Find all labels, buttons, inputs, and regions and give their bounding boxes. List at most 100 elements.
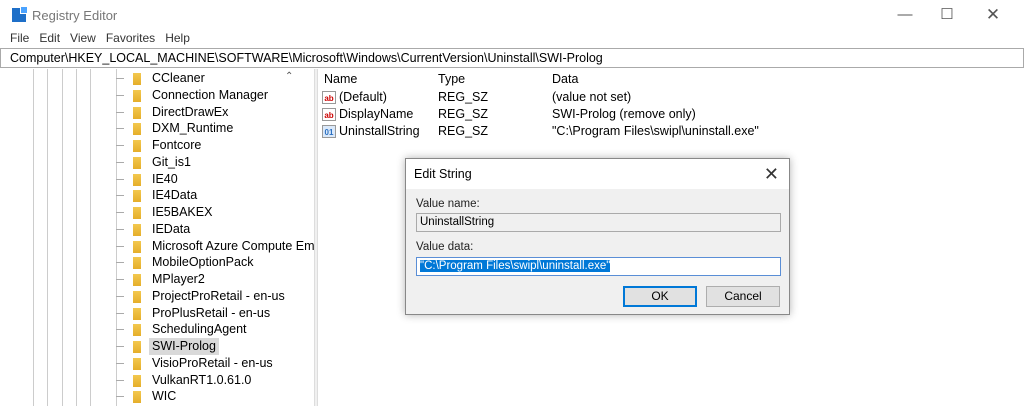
tree-line — [90, 69, 91, 406]
menu-file[interactable]: File — [10, 30, 29, 47]
tree-item-label: MPlayer2 — [152, 272, 205, 286]
tree-connector — [116, 312, 124, 314]
tree-connector — [116, 295, 124, 297]
folder-icon — [133, 391, 141, 404]
value-data-input[interactable]: "C:\Program Files\swipl\uninstall.exe" — [416, 257, 781, 276]
value-name-label: Value name: — [416, 198, 480, 210]
value-row[interactable]: 01 UninstallString REG_SZ "C:\Program Files… — [318, 123, 1018, 140]
tree-line — [33, 69, 34, 406]
tree-item-label: ProjectProRetail - en-us — [152, 288, 285, 303]
registry-tree: ⌃ CCleaner Connection Manager DirectDrawEx… — [0, 69, 314, 406]
cancel-button[interactable]: Cancel — [706, 286, 780, 307]
tree-connector — [116, 379, 124, 381]
tree-line — [47, 69, 48, 406]
value-row[interactable]: ab (Default) REG_SZ (value not set) — [318, 89, 1018, 106]
value-type: REG_SZ — [438, 124, 489, 138]
tree-connector — [116, 128, 124, 130]
list-header: Name Type Data — [318, 71, 1018, 88]
binary-value-icon: 01 — [322, 125, 336, 138]
tree-item-label: MobileOptionPack — [152, 255, 254, 270]
tree-item-label: IEData — [152, 221, 191, 236]
folder-icon — [133, 307, 141, 320]
string-value-icon: ab — [322, 108, 336, 121]
tree-connector — [116, 145, 124, 146]
folder-icon — [133, 274, 141, 286]
folder-icon — [133, 173, 141, 186]
string-value-icon: ab — [322, 91, 336, 104]
value-data: SWI-Prolog (remove only) — [552, 107, 696, 121]
value-name-field[interactable]: UninstallString — [416, 213, 781, 232]
value-name: (Default) — [339, 90, 387, 104]
tree-item-label: VulkanRT1.0.61.0 — [152, 372, 252, 387]
value-data: "C:\Program Files\swipl\uninstall.exe" — [552, 124, 759, 138]
dialog-close-icon[interactable]: ✕ — [764, 159, 779, 189]
tree-item-label: VisioProRetail - en-us — [152, 355, 273, 370]
tree-item-label: IE4Data — [152, 188, 198, 203]
folder-icon — [133, 341, 141, 353]
folder-icon — [133, 324, 141, 337]
value-data-label: Value data: — [416, 241, 474, 253]
menu-help[interactable]: Help — [165, 30, 190, 47]
tree-item-label: SchedulingAgent — [152, 322, 247, 337]
tree-line — [62, 69, 63, 406]
registry-editor-icon — [12, 6, 28, 22]
value-row[interactable]: ab DisplayName REG_SZ SWI-Prolog (remove on… — [318, 106, 1018, 123]
scroll-up-arrow-icon[interactable]: ⌃ — [285, 71, 293, 82]
value-name: DisplayName — [339, 107, 414, 121]
tree-connector — [116, 178, 124, 180]
tree-item-label: CCleaner — [152, 71, 205, 85]
tree-connector — [116, 161, 124, 163]
tree-connector — [116, 329, 124, 331]
tree-connector — [116, 94, 124, 96]
maximize-button[interactable]: ☐ — [932, 4, 962, 26]
column-data[interactable]: Data — [552, 71, 578, 88]
value-name: UninstallString — [339, 124, 420, 138]
tree-connector — [116, 346, 124, 347]
edit-string-dialog: Edit String ✕ Value name: UninstallStrin… — [405, 158, 790, 315]
ok-button[interactable]: OK — [623, 286, 697, 307]
folder-icon — [133, 223, 141, 236]
tree-connector — [116, 245, 124, 247]
folder-icon — [133, 106, 141, 119]
dialog-title: Edit String — [406, 159, 789, 189]
tree-line — [116, 69, 117, 406]
tree-item-label: ProPlusRetail - en-us — [152, 305, 271, 320]
tree-item-label: Git_is1 — [152, 154, 191, 169]
tree-connector — [116, 396, 124, 398]
tree-connector — [116, 228, 124, 230]
folder-icon — [133, 290, 141, 303]
folder-icon — [133, 73, 141, 85]
tree-connector — [116, 262, 124, 264]
address-bar[interactable]: Computer\HKEY_LOCAL_MACHINE\SOFTWARE\Mic… — [0, 48, 1024, 68]
folder-icon — [133, 156, 141, 169]
tree-item-label: Connection Manager — [152, 87, 269, 102]
tree-item-label: IE5BAKEX — [152, 205, 213, 219]
folder-icon — [133, 357, 141, 370]
menu-view[interactable]: View — [70, 30, 96, 47]
tree-line — [76, 69, 77, 406]
title-bar: Registry Editor — ☐ ✕ — [0, 0, 1024, 30]
tree-item-label: IE40 — [152, 171, 178, 186]
tree-item-label: Fontcore — [152, 138, 202, 152]
tree-item-label: SWI-Prolog — [149, 338, 219, 355]
window-title: Registry Editor — [32, 8, 118, 23]
menu-bar: File Edit View Favorites Help — [0, 30, 1024, 47]
folder-icon — [133, 190, 141, 203]
value-data-text: "C:\Program Files\swipl\uninstall.exe" — [420, 260, 611, 272]
minimize-button[interactable]: — — [890, 4, 920, 26]
menu-favorites[interactable]: Favorites — [106, 30, 155, 47]
menu-edit[interactable]: Edit — [39, 30, 60, 47]
folder-icon — [133, 240, 141, 253]
tree-connector — [116, 195, 124, 197]
close-button[interactable]: ✕ — [978, 4, 1008, 26]
column-type[interactable]: Type — [438, 71, 465, 88]
folder-icon — [133, 207, 141, 219]
folder-icon — [133, 123, 141, 136]
tree-connector — [116, 362, 124, 364]
tree-item-label: DirectDrawEx — [152, 104, 229, 119]
value-data: (value not set) — [552, 90, 632, 104]
tree-connector — [116, 279, 124, 280]
value-type: REG_SZ — [438, 90, 489, 104]
column-name[interactable]: Name — [324, 71, 357, 88]
folder-icon — [133, 257, 141, 270]
